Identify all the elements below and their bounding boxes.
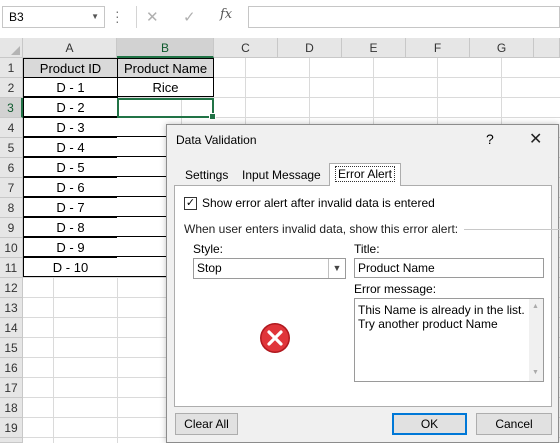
- row-header-2[interactable]: 2: [0, 78, 23, 98]
- stop-error-icon: [260, 323, 290, 353]
- cell-b5[interactable]: [117, 137, 167, 157]
- drag-handle-icon[interactable]: · · ·: [115, 4, 120, 28]
- formula-bar: B3 ▼ · · · ✕ ✓ fx: [0, 0, 560, 36]
- error-message-label: Error message:: [354, 282, 437, 296]
- column-header-e[interactable]: E: [342, 38, 406, 58]
- cell-a1[interactable]: Product ID: [23, 58, 118, 78]
- row-header-17[interactable]: 17: [0, 378, 23, 398]
- cancel-button[interactable]: Cancel: [476, 413, 552, 435]
- cell-a7[interactable]: D - 6: [23, 177, 118, 197]
- dialog-title: Data Validation: [176, 133, 257, 147]
- row-header-3[interactable]: 3: [0, 98, 23, 118]
- tab-error-alert[interactable]: Error Alert: [329, 163, 402, 186]
- column-header-c[interactable]: C: [214, 38, 278, 58]
- invalid-data-note-text: When user enters invalid data, show this…: [184, 222, 459, 236]
- cell-a2[interactable]: D - 1: [23, 77, 118, 97]
- scroll-down-icon[interactable]: ▼: [532, 366, 539, 380]
- divider: [464, 229, 560, 230]
- column-header-f[interactable]: F: [406, 38, 470, 58]
- row-header-16[interactable]: 16: [0, 358, 23, 378]
- data-validation-dialog: Data Validation ? ✕ Settings Input Messa…: [166, 124, 560, 443]
- row-header-4[interactable]: 4: [0, 118, 23, 138]
- scrollbar[interactable]: ▲ ▼: [529, 299, 543, 381]
- cell-b8[interactable]: [117, 197, 167, 217]
- tab-error-alert-label: Error Alert: [335, 166, 396, 182]
- row-header-19[interactable]: 19: [0, 418, 23, 438]
- select-all-corner[interactable]: [0, 38, 23, 58]
- cell-a9[interactable]: D - 8: [23, 217, 118, 237]
- error-message-textarea[interactable]: This Name is already in the list. Try an…: [354, 298, 544, 382]
- invalid-data-note: When user enters invalid data, show this…: [184, 222, 560, 236]
- cell-a6[interactable]: D - 5: [23, 157, 118, 177]
- row-header-6[interactable]: 6: [0, 158, 23, 178]
- close-icon[interactable]: ✕: [529, 129, 542, 149]
- style-select-value: Stop: [197, 261, 222, 275]
- row-header-15[interactable]: 15: [0, 338, 23, 358]
- insert-function-icon[interactable]: fx: [220, 7, 232, 22]
- cell-b1[interactable]: Product Name: [117, 58, 214, 78]
- row-header-20[interactable]: [0, 438, 23, 443]
- column-header-d[interactable]: D: [278, 38, 342, 58]
- row-header-14[interactable]: 14: [0, 318, 23, 338]
- cell-b7[interactable]: [117, 177, 167, 197]
- name-box[interactable]: B3 ▼: [2, 6, 105, 28]
- show-error-alert-label[interactable]: Show error alert after invalid data is e…: [202, 196, 435, 210]
- cell-b6[interactable]: [117, 157, 167, 177]
- column-header-a[interactable]: A: [23, 38, 117, 58]
- confirm-entry-icon[interactable]: ✓: [183, 8, 196, 26]
- cell-b10[interactable]: [117, 237, 167, 257]
- error-message-line-2: Try another product Name: [358, 317, 498, 331]
- name-box-value: B3: [9, 10, 24, 24]
- cell-a4[interactable]: D - 3: [23, 117, 118, 137]
- formula-input[interactable]: [248, 6, 560, 28]
- style-label: Style:: [193, 242, 224, 256]
- row-header-18[interactable]: 18: [0, 398, 23, 418]
- cell-a8[interactable]: D - 7: [23, 197, 118, 217]
- error-message-line-1: This Name is already in the list.: [358, 303, 525, 317]
- row-header-13[interactable]: 13: [0, 298, 23, 318]
- tab-input-message[interactable]: Input Message: [237, 165, 326, 185]
- row-header-7[interactable]: 7: [0, 178, 23, 198]
- help-button[interactable]: ?: [486, 131, 494, 147]
- cell-a11[interactable]: D - 10: [23, 257, 118, 277]
- ok-button[interactable]: OK: [392, 413, 467, 435]
- chevron-down-icon[interactable]: ▼: [91, 7, 99, 27]
- chevron-down-icon[interactable]: ▼: [328, 259, 345, 278]
- row-header-12[interactable]: 12: [0, 278, 23, 298]
- column-header-g[interactable]: G: [470, 38, 534, 58]
- row-header-8[interactable]: 8: [0, 198, 23, 218]
- show-error-alert-checkbox[interactable]: ✓: [184, 197, 197, 210]
- cell-b9[interactable]: [117, 217, 167, 237]
- cancel-entry-icon[interactable]: ✕: [146, 8, 159, 26]
- cell-b2[interactable]: Rice: [117, 77, 214, 97]
- cell-a5[interactable]: D - 4: [23, 137, 118, 157]
- cell-b11[interactable]: [117, 257, 167, 277]
- title-input[interactable]: Product Name: [354, 258, 544, 278]
- row-header-5[interactable]: 5: [0, 138, 23, 158]
- row-header-11[interactable]: 11: [0, 258, 23, 278]
- cell-a10[interactable]: D - 9: [23, 237, 118, 257]
- style-select[interactable]: Stop ▼: [193, 258, 346, 279]
- error-alert-panel: ✓ Show error alert after invalid data is…: [174, 185, 560, 407]
- cell-a3[interactable]: D - 2: [23, 97, 118, 117]
- title-label: Title:: [354, 242, 380, 256]
- row-header-1[interactable]: 1: [0, 58, 23, 78]
- scroll-up-icon[interactable]: ▲: [532, 300, 539, 314]
- column-header-b[interactable]: B: [117, 38, 214, 58]
- tab-settings[interactable]: Settings: [180, 165, 233, 185]
- row-header-9[interactable]: 9: [0, 218, 23, 238]
- active-cell-b3[interactable]: [117, 98, 216, 120]
- column-header-h[interactable]: [534, 38, 560, 58]
- row-header-10[interactable]: 10: [0, 238, 23, 258]
- cell-b4[interactable]: [117, 117, 167, 137]
- clear-all-button[interactable]: Clear All: [175, 413, 238, 435]
